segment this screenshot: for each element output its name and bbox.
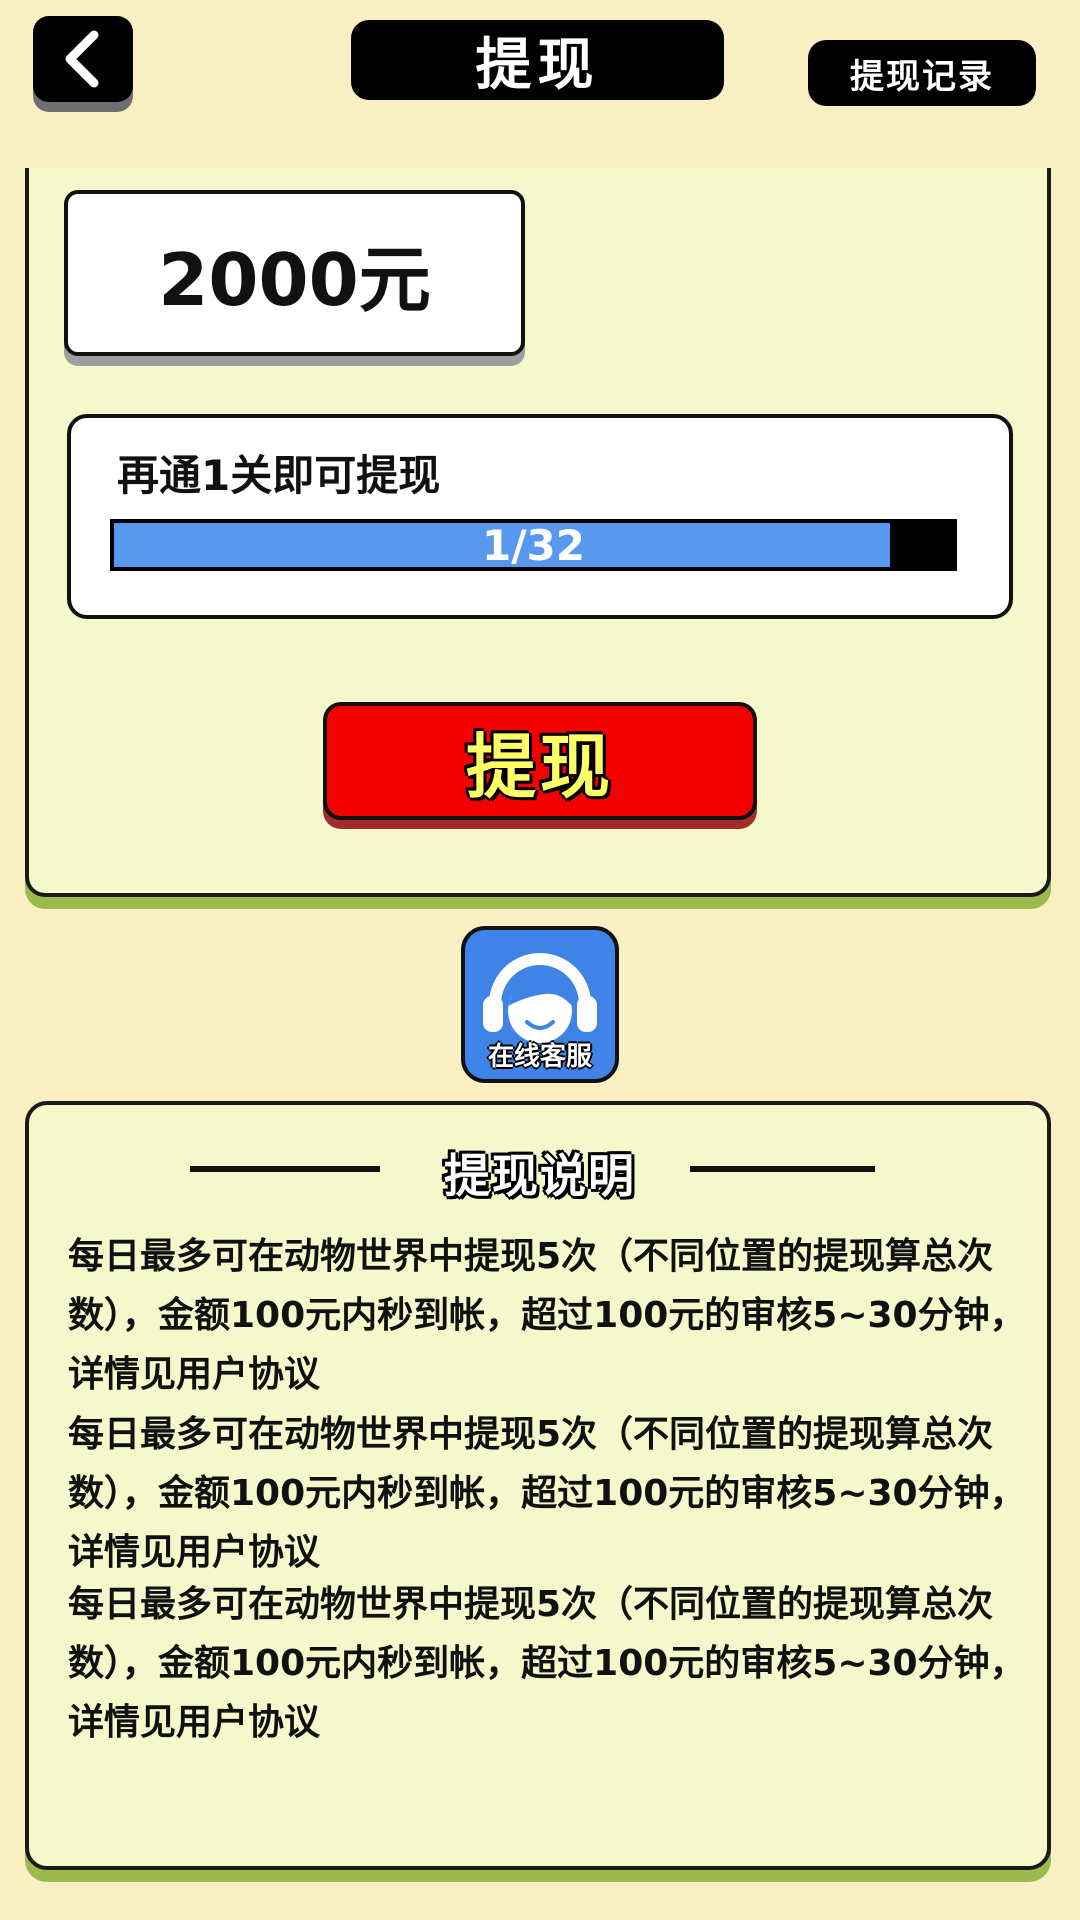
progress-bar: 1/32 <box>110 519 957 571</box>
title-divider-right <box>690 1166 875 1172</box>
page-title: 提现 <box>351 20 724 100</box>
amount-option[interactable]: 2000元 <box>64 190 525 356</box>
chevron-left-icon <box>65 30 99 88</box>
instruction-paragraph: 每日最多可在动物世界中提现5次（不同位置的提现算总次数），金额100元内秒到帐，… <box>68 1236 1026 1395</box>
instruction-paragraph: 每日最多可在动物世界中提现5次（不同位置的提现算总次数），金额100元内秒到帐，… <box>68 1584 1026 1743</box>
progress-message: 再通1关即可提现 <box>117 451 441 500</box>
withdraw-button[interactable]: 提现 <box>323 702 757 820</box>
instruction-paragraph: 每日最多可在动物世界中提现5次（不同位置的提现算总次数），金额100元内秒到帐，… <box>68 1414 1026 1573</box>
withdraw-record-button[interactable]: 提现记录 <box>808 40 1036 106</box>
online-service-label: 在线客服 <box>487 1042 592 1072</box>
online-service-button[interactable]: 在线客服 <box>461 926 619 1083</box>
progress-label: 1/32 <box>481 520 585 570</box>
title-divider-left <box>190 1166 380 1172</box>
instructions-title: 提现说明 <box>444 1149 636 1203</box>
back-button[interactable] <box>33 16 133 102</box>
